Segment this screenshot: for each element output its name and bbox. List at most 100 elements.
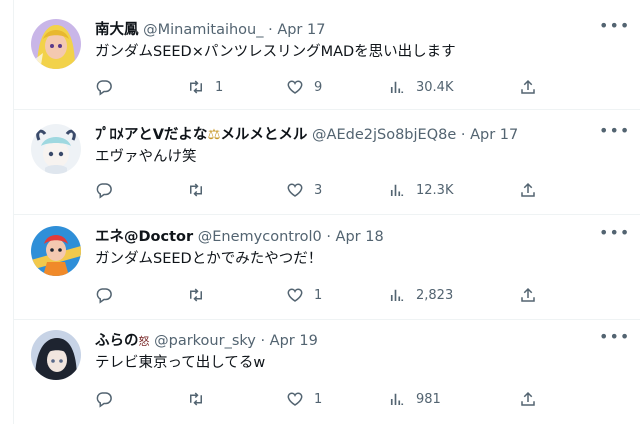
action-bar: 3 12.3K xyxy=(95,179,555,201)
tweet-content: エネ@Doctor @Enemycontrol0 · Apr 18 ••• ガン… xyxy=(95,225,629,310)
like-button[interactable]: 1 xyxy=(286,388,322,410)
share-button[interactable] xyxy=(519,284,537,306)
avatar-image xyxy=(31,124,81,174)
reply-icon xyxy=(95,390,113,408)
retweet-icon xyxy=(187,390,205,408)
avatar[interactable] xyxy=(31,124,81,174)
share-button[interactable] xyxy=(519,76,537,98)
avatar-image xyxy=(31,226,81,276)
separator: · xyxy=(460,127,466,143)
reply-icon xyxy=(95,78,113,96)
heart-icon xyxy=(286,390,304,408)
tweet-content: ふらの怒 @parkour_sky · Apr 19 ••• テレビ東京って出し… xyxy=(95,329,629,414)
tweet-text: ガンダムSEED×パンツレスリングMADを思い出します xyxy=(95,44,456,60)
retweet-icon xyxy=(187,286,205,304)
reply-button[interactable] xyxy=(95,388,123,410)
tweet-date[interactable]: Apr 17 xyxy=(277,22,325,38)
like-button[interactable]: 3 xyxy=(286,179,322,201)
share-icon xyxy=(519,286,537,304)
like-count: 9 xyxy=(314,79,323,95)
tweet-content: ﾌﾟﾛﾒアとVだよな⚖メルメとメル @AEde2jSo8bjEQ8e · Apr… xyxy=(95,123,629,208)
more-icon[interactable]: ••• xyxy=(599,18,629,41)
more-icon[interactable]: ••• xyxy=(599,329,629,352)
tweet-text: ガンダムSEEDとかでみたやつだ！ xyxy=(95,251,323,267)
views-button[interactable]: 2,823 xyxy=(388,284,453,306)
views-icon xyxy=(388,286,406,304)
retweet-count: 1 xyxy=(215,79,224,95)
reply-button[interactable] xyxy=(95,179,123,201)
display-name[interactable]: 南大鳳 xyxy=(95,22,139,38)
views-button[interactable]: 30.4K xyxy=(388,76,453,98)
retweet-button[interactable] xyxy=(187,179,215,201)
avatar-image xyxy=(31,330,81,380)
tweet-date[interactable]: Apr 17 xyxy=(470,127,518,143)
more-icon[interactable]: ••• xyxy=(599,225,629,248)
share-icon xyxy=(519,390,537,408)
like-count: 1 xyxy=(314,287,323,303)
retweet-icon xyxy=(187,181,205,199)
user-handle[interactable]: @AEde2jSo8bjEQ8e xyxy=(312,127,456,143)
avatar[interactable] xyxy=(31,226,81,276)
reply-button[interactable] xyxy=(95,76,123,98)
tweet[interactable]: 南大鳳 @Minamitaihou_ · Apr 17 ••• ガンダムSEED… xyxy=(14,0,640,110)
display-name[interactable]: ﾌﾟﾛﾒアとVだよな xyxy=(95,127,207,143)
like-button[interactable]: 9 xyxy=(286,76,322,98)
like-button[interactable]: 1 xyxy=(286,284,322,306)
tweet-header: エネ@Doctor @Enemycontrol0 · Apr 18 xyxy=(95,226,597,248)
tweet-text: テレビ東京って出してるw xyxy=(95,355,266,371)
user-handle[interactable]: @Minamitaihou_ xyxy=(143,22,263,38)
tweet-text: エヴァやんけ笑 xyxy=(95,149,197,165)
reply-button[interactable] xyxy=(95,284,123,306)
tweet[interactable]: ふらの怒 @parkour_sky · Apr 19 ••• テレビ東京って出し… xyxy=(14,320,640,424)
views-icon xyxy=(388,78,406,96)
separator: · xyxy=(326,229,331,245)
action-bar: 1 2,823 xyxy=(95,284,555,306)
display-name[interactable]: ふらの xyxy=(95,333,139,349)
tweet-header: 南大鳳 @Minamitaihou_ · Apr 17 xyxy=(95,19,597,41)
views-button[interactable]: 12.3K xyxy=(388,179,453,201)
tweet[interactable]: ﾌﾟﾛﾒアとVだよな⚖メルメとメル @AEde2jSo8bjEQ8e · Apr… xyxy=(14,110,640,215)
tweet-header: ﾌﾟﾛﾒアとVだよな⚖メルメとメル @AEde2jSo8bjEQ8e · Apr… xyxy=(95,124,597,146)
like-count: 1 xyxy=(314,391,323,407)
display-name-suffix[interactable]: メルメとメル xyxy=(220,127,307,143)
retweet-button[interactable] xyxy=(187,284,215,306)
retweet-button[interactable] xyxy=(187,388,215,410)
view-count: 2,823 xyxy=(416,287,454,303)
heart-icon xyxy=(286,78,304,96)
views-button[interactable]: 981 xyxy=(388,388,441,410)
views-icon xyxy=(388,390,406,408)
angry-emoji-icon: 怒 xyxy=(138,335,150,348)
view-count: 981 xyxy=(416,391,441,407)
tweet-date[interactable]: Apr 18 xyxy=(336,229,384,245)
user-handle[interactable]: @Enemycontrol0 xyxy=(198,229,322,245)
share-button[interactable] xyxy=(519,179,537,201)
view-count: 30.4K xyxy=(416,79,454,95)
user-handle[interactable]: @parkour_sky xyxy=(154,333,256,349)
avatar-image xyxy=(31,19,81,69)
tweet-date[interactable]: Apr 19 xyxy=(270,333,318,349)
tweet[interactable]: エネ@Doctor @Enemycontrol0 · Apr 18 ••• ガン… xyxy=(14,215,640,320)
tweet-content: 南大鳳 @Minamitaihou_ · Apr 17 ••• ガンダムSEED… xyxy=(95,18,629,103)
like-count: 3 xyxy=(314,182,323,198)
reply-icon xyxy=(95,286,113,304)
view-count: 12.3K xyxy=(416,182,454,198)
views-icon xyxy=(388,181,406,199)
separator: · xyxy=(260,333,266,349)
share-icon xyxy=(519,78,537,96)
action-bar: 1 981 xyxy=(95,388,555,410)
share-button[interactable] xyxy=(519,388,537,410)
action-bar: 1 9 30.4K xyxy=(95,76,555,98)
separator: · xyxy=(268,22,273,38)
share-icon xyxy=(519,181,537,199)
heart-icon xyxy=(286,286,304,304)
timeline-feed: 南大鳳 @Minamitaihou_ · Apr 17 ••• ガンダムSEED… xyxy=(13,0,640,424)
heart-icon xyxy=(286,181,304,199)
retweet-icon xyxy=(187,78,205,96)
more-icon[interactable]: ••• xyxy=(599,123,629,146)
avatar[interactable] xyxy=(31,330,81,380)
display-name[interactable]: エネ@Doctor xyxy=(95,229,193,245)
retweet-button[interactable]: 1 xyxy=(187,76,223,98)
reply-icon xyxy=(95,181,113,199)
avatar[interactable] xyxy=(31,19,81,69)
tweet-header: ふらの怒 @parkour_sky · Apr 19 xyxy=(95,330,597,352)
